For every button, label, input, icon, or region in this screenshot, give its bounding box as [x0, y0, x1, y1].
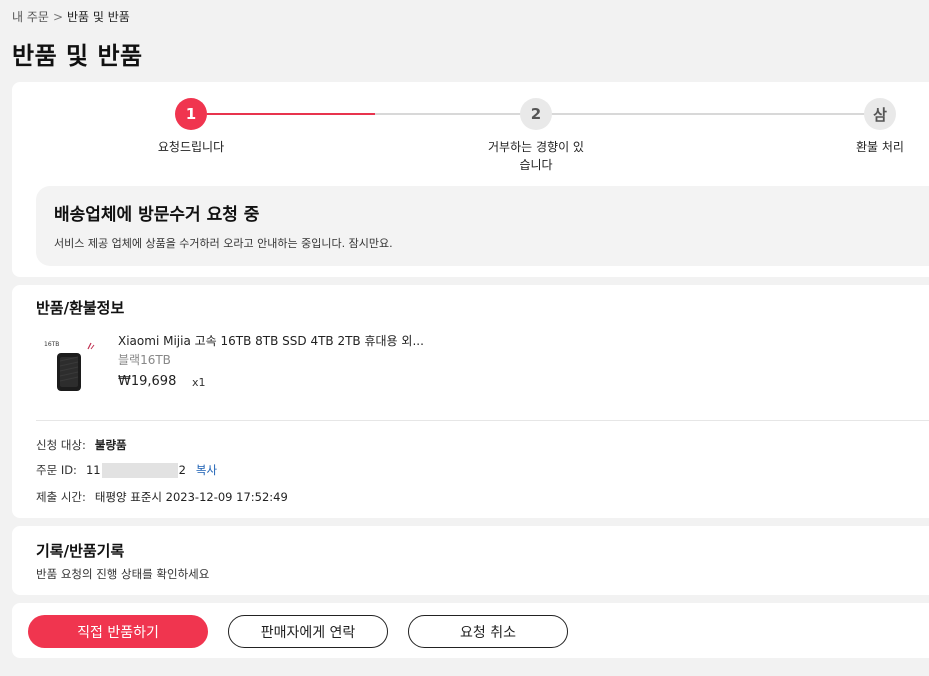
- step-2-label: 거부하는 경향이 있 습니다: [466, 138, 606, 174]
- product-name[interactable]: Xiaomi Mijia 고속 16TB 8TB SSD 4TB 2TB 휴대용…: [118, 332, 424, 349]
- product-image[interactable]: 16TB: [40, 335, 100, 397]
- history-title: 기록/반품기록: [36, 542, 125, 560]
- step-1-circle: 1: [175, 98, 207, 130]
- section-divider: [36, 420, 929, 421]
- step-3-circle: 삼: [864, 98, 896, 130]
- progress-line-pending: [375, 113, 892, 115]
- step-2-label-line2: 습니다: [519, 158, 553, 172]
- submit-time-label: 제출 시간:: [36, 490, 86, 504]
- order-id-suffix: 2: [178, 463, 186, 477]
- notice-description: 서비스 제공 업체에 상품을 수거하러 오라고 안내하는 중입니다. 잠시만요.: [54, 237, 393, 250]
- product-image-label: 16TB: [44, 341, 59, 348]
- step-1-label: 요청드립니다: [157, 140, 225, 154]
- request-target-value: 불량품: [94, 438, 127, 452]
- return-history-panel[interactable]: 기록/반품기록 반품 요청의 진행 상태를 확인하세요: [12, 526, 929, 595]
- history-description: 반품 요청의 진행 상태를 확인하세요: [36, 567, 210, 581]
- product-variant: 블랙16TB: [118, 353, 171, 367]
- return-status-panel: 1 요청드립니다 2 거부하는 경향이 있 습니다 삼 환불 처리 배송업체에 …: [12, 82, 929, 277]
- return-info-title: 반품/환불정보: [36, 299, 125, 317]
- contact-seller-button[interactable]: 판매자에게 연락: [228, 615, 388, 648]
- progress-line-completed: [207, 113, 375, 115]
- step-2-circle: 2: [520, 98, 552, 130]
- request-target-label: 신청 대상:: [36, 438, 86, 452]
- return-refund-info-panel: 반품/환불정보 16TB Xiaomi Mijia 고속 16TB 8TB SS…: [12, 285, 929, 518]
- cancel-request-button[interactable]: 요청 취소: [408, 615, 568, 648]
- order-id-row: 주문 ID: 11 2 복사: [36, 462, 217, 478]
- product-quantity: x1: [192, 376, 206, 389]
- submit-time-value: 태평양 표준시 2023-12-09 17:52:49: [94, 490, 288, 504]
- breadcrumb-my-orders[interactable]: 내 주문: [12, 10, 49, 24]
- breadcrumb-current: 반품 및 반품: [67, 10, 130, 24]
- order-id-prefix: 11: [85, 463, 101, 477]
- pickup-notice: 배송업체에 방문수거 요청 중 서비스 제공 업체에 상품을 수거하러 오라고 …: [36, 186, 929, 266]
- return-myself-button[interactable]: 직접 반품하기: [28, 615, 208, 648]
- submit-time-row: 제출 시간: 태평양 표준시 2023-12-09 17:52:49: [36, 489, 288, 505]
- request-target-row: 신청 대상: 불량품: [36, 437, 127, 453]
- order-id-redaction: [101, 462, 178, 478]
- action-bar: 직접 반품하기 판매자에게 연락 요청 취소: [12, 603, 929, 658]
- breadcrumb-separator: >: [52, 10, 63, 24]
- step-2-label-line1: 거부하는 경향이 있: [488, 140, 584, 154]
- step-3-label: 환불 처리: [856, 140, 904, 154]
- notice-title: 배송업체에 방문수거 요청 중: [54, 205, 260, 225]
- order-id-label: 주문 ID:: [36, 463, 77, 477]
- copy-order-id-link[interactable]: 복사: [196, 462, 217, 478]
- breadcrumb: 내 주문 > 반품 및 반품: [12, 8, 130, 25]
- product-price: ₩19,698: [118, 374, 177, 389]
- page-title: 반품 및 반품: [12, 42, 143, 70]
